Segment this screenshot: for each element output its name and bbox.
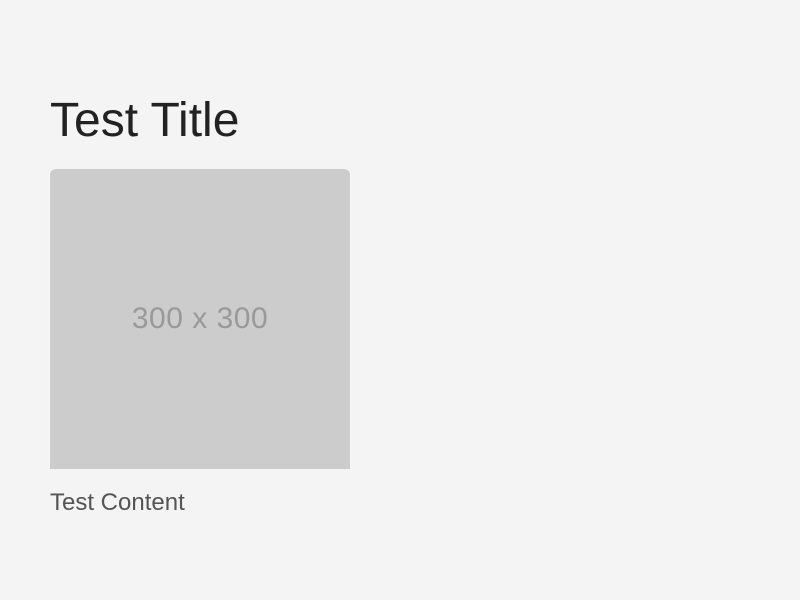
image-placeholder-label: 300 x 300 bbox=[131, 302, 269, 335]
page-title: Test Title bbox=[50, 94, 240, 147]
content-text: Test Content bbox=[50, 489, 185, 516]
image-placeholder: 300 x 300 bbox=[50, 169, 350, 469]
page-container: Test Title 300 x 300 Test Content bbox=[0, 0, 800, 600]
